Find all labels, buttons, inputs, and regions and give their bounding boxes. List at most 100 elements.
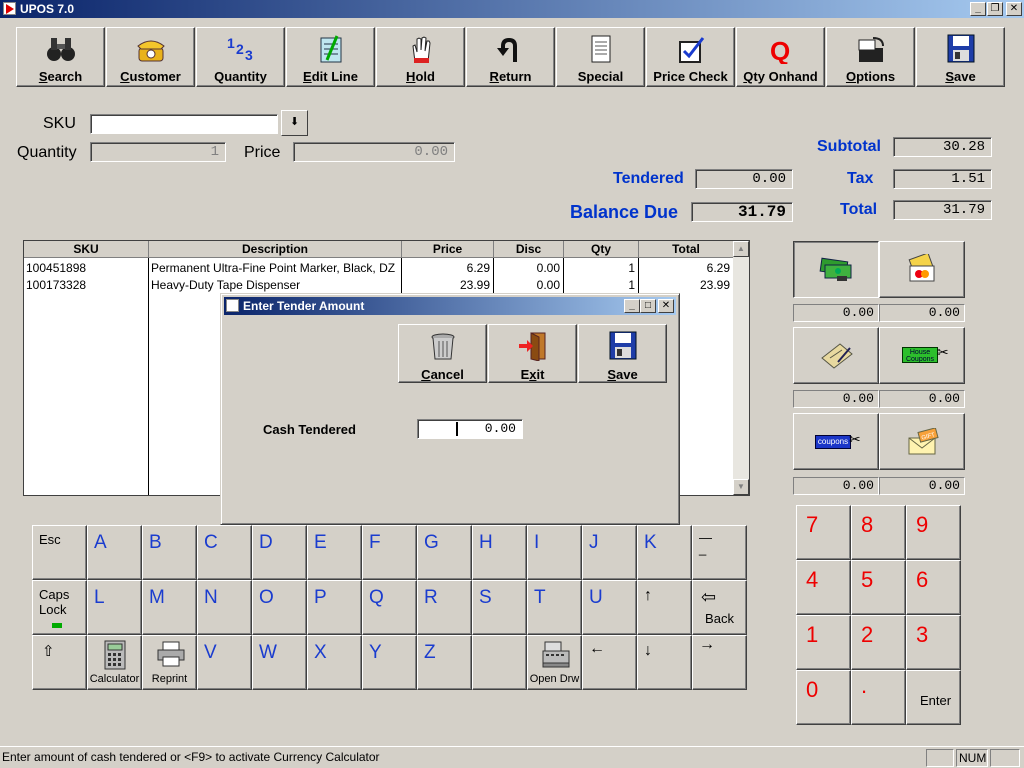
key-shift[interactable]: ⇧ bbox=[32, 635, 87, 690]
numpad-key-1[interactable]: 1 bbox=[796, 615, 851, 670]
numpad-key-9[interactable]: 9 bbox=[906, 505, 961, 560]
numpad-key-6[interactable]: 6 bbox=[906, 560, 961, 615]
sku-input[interactable] bbox=[90, 114, 278, 134]
coupons-tender-button[interactable]: coupons ✂ bbox=[793, 413, 879, 470]
close-button[interactable]: ✕ bbox=[1006, 2, 1022, 16]
q-letter-icon: Q bbox=[770, 36, 790, 64]
numpad-key-3[interactable]: 3 bbox=[906, 615, 961, 670]
cancel-button[interactable]: Cancel bbox=[398, 324, 487, 383]
key-backspace[interactable]: ⇦ Back bbox=[692, 580, 747, 635]
scroll-down-button[interactable]: ▼ bbox=[733, 479, 749, 495]
search-button[interactable]: Search bbox=[16, 27, 105, 87]
key-i[interactable]: I bbox=[527, 525, 582, 580]
options-icon bbox=[858, 37, 884, 62]
key-c[interactable]: C bbox=[197, 525, 252, 580]
key-k[interactable]: K bbox=[637, 525, 692, 580]
app-icon bbox=[226, 299, 239, 312]
key-j[interactable]: J bbox=[582, 525, 637, 580]
title-bar[interactable]: UPOS 7.0 _ ❐ ✕ bbox=[0, 0, 1024, 18]
quantity-button[interactable]: 1 2 3 Quantity bbox=[196, 27, 285, 87]
special-button[interactable]: Special bbox=[556, 27, 645, 87]
credit-card-tender-button[interactable] bbox=[879, 241, 965, 298]
grid-header-qty[interactable]: Qty bbox=[564, 241, 639, 258]
cash-tender-button[interactable] bbox=[793, 241, 879, 298]
reprint-button[interactable]: Reprint bbox=[142, 635, 197, 690]
key-dash[interactable]: — _ bbox=[692, 525, 747, 580]
key-r[interactable]: R bbox=[417, 580, 472, 635]
check-tender-button[interactable] bbox=[793, 327, 879, 384]
numpad-key-4[interactable]: 4 bbox=[796, 560, 851, 615]
key-a[interactable]: A bbox=[87, 525, 142, 580]
qty-onhand-button[interactable]: Q Qty Onhand bbox=[736, 27, 825, 87]
save-button[interactable]: Save bbox=[916, 27, 1005, 87]
key-u[interactable]: U bbox=[582, 580, 637, 635]
calculator-button[interactable]: Calculator bbox=[87, 635, 142, 690]
key-o[interactable]: O bbox=[252, 580, 307, 635]
numpad-key-0[interactable]: 0 bbox=[796, 670, 851, 725]
key-h[interactable]: H bbox=[472, 525, 527, 580]
cash-tendered-input[interactable]: 0.00 bbox=[417, 419, 523, 439]
grid-scrollbar[interactable]: ▲ ▼ bbox=[733, 241, 749, 495]
key-l[interactable]: L bbox=[87, 580, 142, 635]
key-s[interactable]: S bbox=[472, 580, 527, 635]
key-left[interactable]: ← bbox=[582, 635, 637, 690]
key-w[interactable]: W bbox=[252, 635, 307, 690]
dialog-maximize-button[interactable]: □ bbox=[640, 299, 656, 313]
hand-stop-icon bbox=[412, 36, 431, 63]
numpad-enter-key[interactable]: Enter bbox=[906, 670, 961, 725]
dialog-save-button[interactable]: Save bbox=[578, 324, 667, 383]
key-d[interactable]: D bbox=[252, 525, 307, 580]
price-input[interactable]: 0.00 bbox=[293, 142, 455, 162]
numpad-key-decimal[interactable]: . bbox=[851, 670, 906, 725]
key-up[interactable]: ↑ bbox=[637, 580, 692, 635]
key-esc[interactable]: Esc bbox=[32, 525, 87, 580]
numpad-key-7[interactable]: 7 bbox=[796, 505, 851, 560]
key-x[interactable]: X bbox=[307, 635, 362, 690]
return-button[interactable]: Return bbox=[466, 27, 555, 87]
enter-tender-amount-dialog[interactable]: Enter Tender Amount _ □ ✕ Cancel Exit Sa… bbox=[220, 293, 680, 525]
numpad-key-2[interactable]: 2 bbox=[851, 615, 906, 670]
house-coupons-tender-button[interactable]: House Coupons ✂ bbox=[879, 327, 965, 384]
numpad-key-8[interactable]: 8 bbox=[851, 505, 906, 560]
grid-header-sku[interactable]: SKU bbox=[24, 241, 149, 258]
numpad-key-5[interactable]: 5 bbox=[851, 560, 906, 615]
grid-header-total[interactable]: Total bbox=[639, 241, 734, 258]
quantity-input[interactable]: 1 bbox=[90, 142, 226, 162]
key-g[interactable]: G bbox=[417, 525, 472, 580]
grid-header-price[interactable]: Price bbox=[402, 241, 494, 258]
options-button[interactable]: Options bbox=[826, 27, 915, 87]
price-check-button[interactable]: Price Check bbox=[646, 27, 735, 87]
key-t[interactable]: T bbox=[527, 580, 582, 635]
dialog-close-button[interactable]: ✕ bbox=[658, 299, 674, 313]
key-y[interactable]: Y bbox=[362, 635, 417, 690]
edit-line-button[interactable]: Edit Line bbox=[286, 27, 375, 87]
grid-header-description[interactable]: Description bbox=[149, 241, 402, 258]
key-v[interactable]: V bbox=[197, 635, 252, 690]
key-e[interactable]: E bbox=[307, 525, 362, 580]
scroll-up-button[interactable]: ▲ bbox=[733, 241, 749, 257]
exit-button[interactable]: Exit bbox=[488, 324, 577, 383]
key-q[interactable]: Q bbox=[362, 580, 417, 635]
sku-dropdown-button[interactable]: ⬇ bbox=[281, 110, 308, 136]
key-f[interactable]: F bbox=[362, 525, 417, 580]
key-blank[interactable] bbox=[472, 635, 527, 690]
key-m[interactable]: M bbox=[142, 580, 197, 635]
key-z[interactable]: Z bbox=[417, 635, 472, 690]
arrow-down-icon: ↓ bbox=[644, 642, 652, 659]
open-drawer-button[interactable]: Open Drw bbox=[527, 635, 582, 690]
gift-certificate-tender-button[interactable]: GIFT bbox=[879, 413, 965, 470]
key-n[interactable]: N bbox=[197, 580, 252, 635]
customer-button[interactable]: Customer bbox=[106, 27, 195, 87]
key-caps-lock[interactable]: Caps Lock bbox=[32, 580, 87, 635]
key-down[interactable]: ↓ bbox=[637, 635, 692, 690]
dialog-title-bar[interactable]: Enter Tender Amount _ □ ✕ bbox=[224, 297, 676, 315]
restore-button[interactable]: ❐ bbox=[987, 2, 1003, 16]
key-p[interactable]: P bbox=[307, 580, 362, 635]
key-b[interactable]: B bbox=[142, 525, 197, 580]
floppy-disk-icon bbox=[609, 331, 637, 360]
grid-header-disc[interactable]: Disc bbox=[494, 241, 564, 258]
key-right[interactable]: → bbox=[692, 635, 747, 690]
minimize-button[interactable]: _ bbox=[970, 2, 986, 16]
dialog-minimize-button[interactable]: _ bbox=[624, 299, 640, 313]
hold-button[interactable]: Hold bbox=[376, 27, 465, 87]
